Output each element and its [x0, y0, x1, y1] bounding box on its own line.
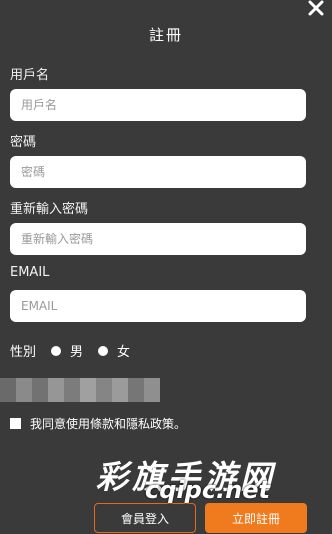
password-label: 密碼 — [10, 135, 37, 150]
captcha-image[interactable] — [0, 378, 160, 402]
close-icon — [308, 0, 324, 16]
register-button[interactable]: 立即註冊 — [205, 503, 307, 533]
gender-group: 性別 男 女 — [10, 341, 130, 360]
gender-label: 性別 — [10, 345, 37, 360]
close-button[interactable] — [306, 0, 326, 18]
agree-checkbox[interactable] — [10, 418, 21, 429]
email-input[interactable] — [10, 290, 306, 322]
gender-option-male[interactable]: 男 — [51, 341, 83, 360]
agree-text: 我同意使用條款和隱私政策。 — [30, 417, 187, 431]
gender-option-female[interactable]: 女 — [98, 341, 130, 360]
radio-icon[interactable] — [51, 345, 62, 356]
radio-icon[interactable] — [98, 345, 109, 356]
dialog-title: 註冊 — [148, 26, 183, 44]
login-button[interactable]: 會員登入 — [94, 503, 196, 533]
agree-row: 我同意使用條款和隱私政策。 — [10, 415, 186, 432]
confirm-password-label: 重新輸入密碼 — [10, 202, 89, 217]
gender-option-label: 女 — [117, 345, 131, 360]
confirm-password-input[interactable] — [10, 223, 306, 255]
username-label: 用戶名 — [10, 68, 50, 83]
watermark-url: cqipc.net — [145, 476, 270, 504]
username-input[interactable] — [10, 89, 306, 121]
email-label: EMAIL — [10, 265, 50, 280]
gender-option-label: 男 — [70, 345, 84, 360]
password-input[interactable] — [10, 156, 306, 188]
